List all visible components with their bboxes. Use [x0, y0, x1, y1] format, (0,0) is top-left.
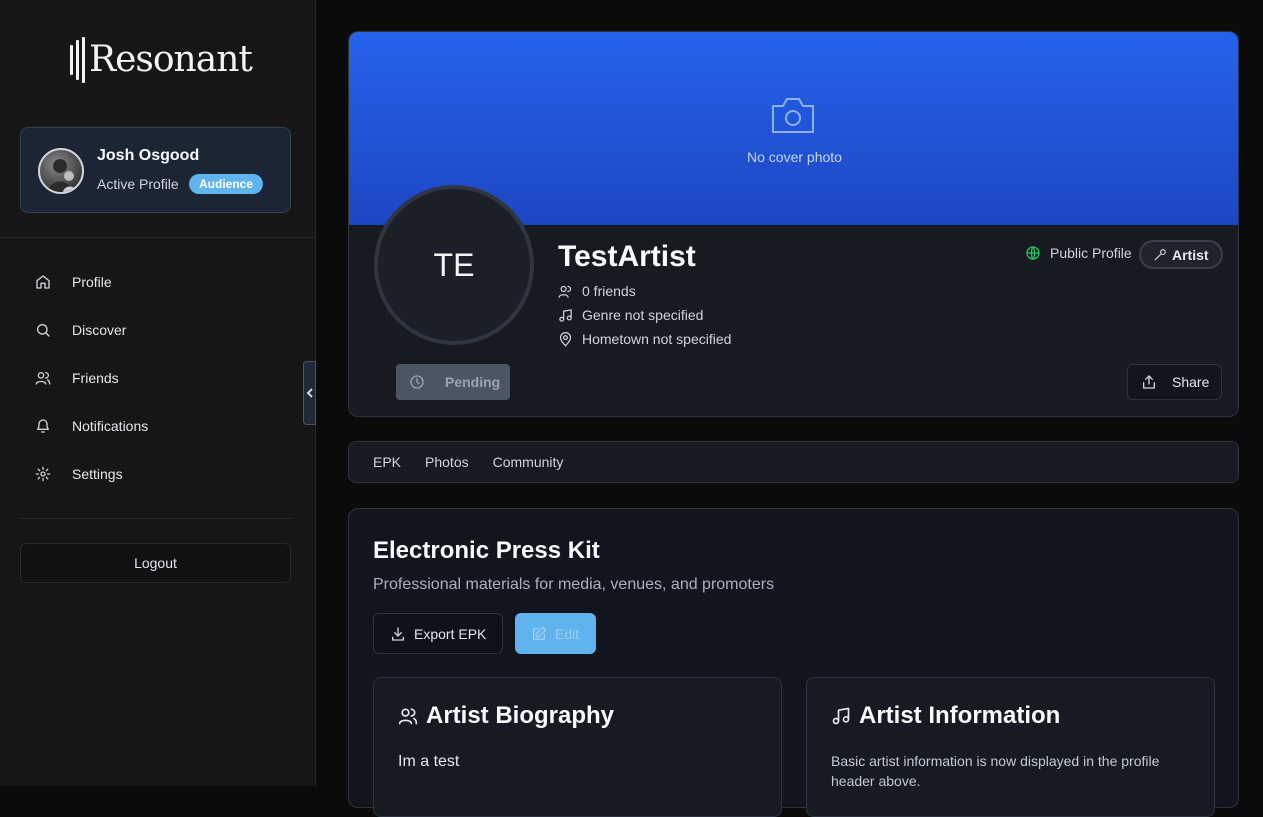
avatar: [38, 148, 84, 194]
resonant-logo[interactable]: Resonant: [70, 36, 253, 84]
sidebar: Resonant Josh Osgood Active Profile Audi…: [0, 0, 316, 786]
biography-title: Artist Biography: [398, 702, 614, 730]
artist-type-badge: Artist: [1139, 240, 1223, 269]
nav-label: Notifications: [72, 418, 149, 434]
map-pin-icon: [559, 331, 572, 346]
download-icon: [392, 626, 404, 641]
profile-status: Active Profile: [97, 176, 179, 192]
epk-title: Electronic Press Kit: [373, 537, 600, 564]
pending-button[interactable]: Pending: [396, 364, 510, 400]
share-button[interactable]: Share: [1127, 364, 1222, 400]
globe-icon: [1026, 246, 1040, 260]
nav-item-profile[interactable]: Profile: [0, 258, 315, 306]
chevron-left-icon: [306, 388, 313, 398]
music-note-icon: [832, 707, 850, 725]
divider: [0, 237, 315, 238]
search-icon: [37, 324, 50, 337]
hometown-info: Hometown not specified: [558, 331, 731, 347]
nav-item-notifications[interactable]: Notifications: [0, 402, 315, 450]
sidebar-nav: Profile Discover Friends Notifications S…: [0, 258, 315, 498]
logout-button[interactable]: Logout: [20, 543, 291, 583]
nav-item-settings[interactable]: Settings: [0, 450, 315, 498]
sidebar-collapse-handle[interactable]: [303, 361, 316, 425]
home-icon: [36, 275, 50, 289]
tab-epk[interactable]: EPK: [373, 454, 401, 470]
hometown-text: Hometown not specified: [582, 331, 732, 347]
nav-item-friends[interactable]: Friends: [0, 354, 315, 402]
logo-bars-icon: [70, 37, 85, 83]
friends-count: 0 friends: [558, 283, 636, 299]
camera-icon: [769, 94, 817, 136]
visibility-indicator: Public Profile: [1025, 245, 1132, 261]
users-icon: [558, 285, 572, 298]
nav-label: Friends: [72, 370, 119, 386]
profile-name: Josh Osgood: [97, 147, 200, 164]
biography-title-text: Artist Biography: [426, 702, 615, 729]
epk-subtitle: Professional materials for media, venues…: [373, 576, 775, 593]
gear-icon: [35, 466, 51, 482]
artist-biography-card: Artist Biography Im a test: [373, 677, 782, 817]
information-title-text: Artist Information: [859, 702, 1061, 729]
share-icon: [1143, 375, 1155, 389]
share-label: Share: [1172, 374, 1210, 390]
nav-label: Discover: [72, 322, 127, 338]
artist-information-card: Artist Information Basic artist informat…: [806, 677, 1215, 817]
visibility-text: Public Profile: [1050, 245, 1132, 261]
logo-text: Resonant: [89, 39, 253, 80]
artist-badge-label: Artist: [1172, 246, 1209, 263]
edit-label: Edit: [555, 625, 580, 642]
profile-tabs: EPK Photos Community: [348, 441, 1239, 483]
profile-header: No cover photo TE TestArtist 0 friends G…: [348, 31, 1239, 417]
users-icon: [398, 708, 418, 725]
information-text: Basic artist information is now displaye…: [831, 753, 1160, 789]
main-content: No cover photo TE TestArtist 0 friends G…: [316, 0, 1263, 817]
users-icon: [35, 372, 51, 385]
no-cover-text: No cover photo: [747, 149, 842, 165]
edit-epk-button[interactable]: Edit: [515, 613, 596, 654]
genre-info: Genre not specified: [558, 307, 703, 323]
music-note-icon: [559, 308, 572, 322]
genre-text: Genre not specified: [582, 307, 704, 323]
nav-item-discover[interactable]: Discover: [0, 306, 315, 354]
tab-community[interactable]: Community: [493, 454, 564, 470]
biography-text: Im a test: [398, 753, 460, 770]
export-label: Export EPK: [414, 625, 487, 642]
clock-icon: [410, 375, 424, 389]
nav-label: Settings: [72, 466, 123, 482]
audience-badge: Audience: [189, 174, 264, 194]
artist-name: TestArtist: [558, 240, 696, 273]
tab-photos[interactable]: Photos: [425, 454, 469, 470]
divider: [20, 518, 291, 519]
pending-label: Pending: [445, 374, 501, 390]
information-title: Artist Information: [831, 702, 1060, 730]
edit-icon: [533, 626, 547, 640]
active-profile-card[interactable]: Josh Osgood Active Profile Audience: [20, 127, 291, 213]
microphone-icon: [1154, 248, 1166, 260]
nav-label: Profile: [72, 274, 112, 290]
bell-icon: [37, 419, 49, 433]
epk-section: Electronic Press Kit Professional materi…: [348, 508, 1239, 817]
friends-text: 0 friends: [582, 283, 636, 299]
artist-avatar: TE: [374, 185, 534, 345]
export-epk-button[interactable]: Export EPK: [373, 613, 503, 654]
